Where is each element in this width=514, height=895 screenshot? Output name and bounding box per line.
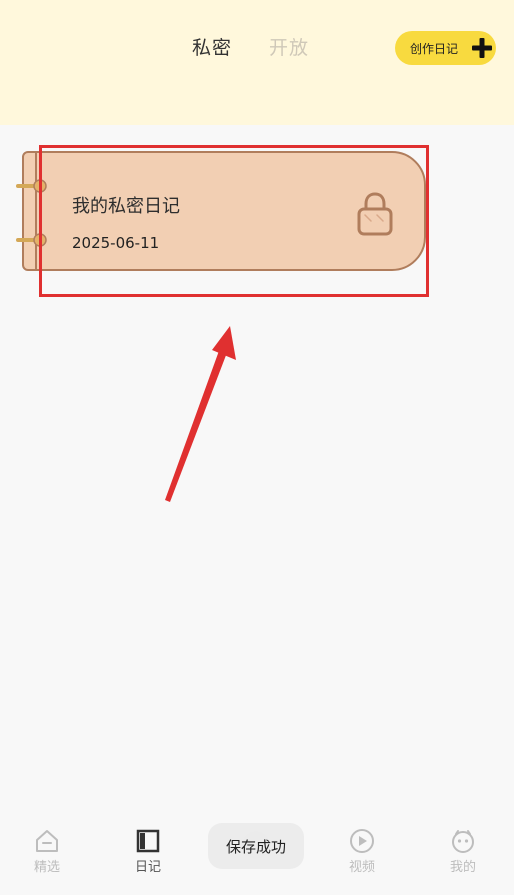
plus-icon	[472, 38, 492, 58]
nav-item-profile[interactable]: 我的	[433, 828, 493, 875]
play-icon	[350, 829, 374, 853]
top-header: 私密 开放 创作日记	[0, 0, 514, 125]
tab-public[interactable]: 开放	[269, 36, 309, 60]
annotation-arrow	[165, 326, 236, 502]
nav-item-video[interactable]: 视频	[332, 828, 392, 875]
create-diary-label: 创作日记	[410, 41, 459, 56]
notebook-spine	[24, 151, 37, 271]
diary-icon	[136, 829, 160, 853]
annotation-highlight-box	[39, 145, 429, 297]
home-icon	[36, 830, 58, 852]
nav-label-featured: 精选	[33, 860, 60, 875]
nav-item-featured[interactable]: 精选	[17, 828, 77, 875]
profile-icon	[452, 830, 474, 853]
nav-label-video: 视频	[348, 860, 375, 875]
nav-item-diary[interactable]: 日记	[118, 828, 178, 875]
create-diary-button[interactable]: 创作日记	[395, 31, 496, 65]
tab-private[interactable]: 私密	[192, 36, 232, 60]
toast-message: 保存成功	[208, 823, 304, 869]
nav-label-diary: 日记	[134, 860, 161, 875]
nav-label-profile: 我的	[449, 860, 476, 875]
